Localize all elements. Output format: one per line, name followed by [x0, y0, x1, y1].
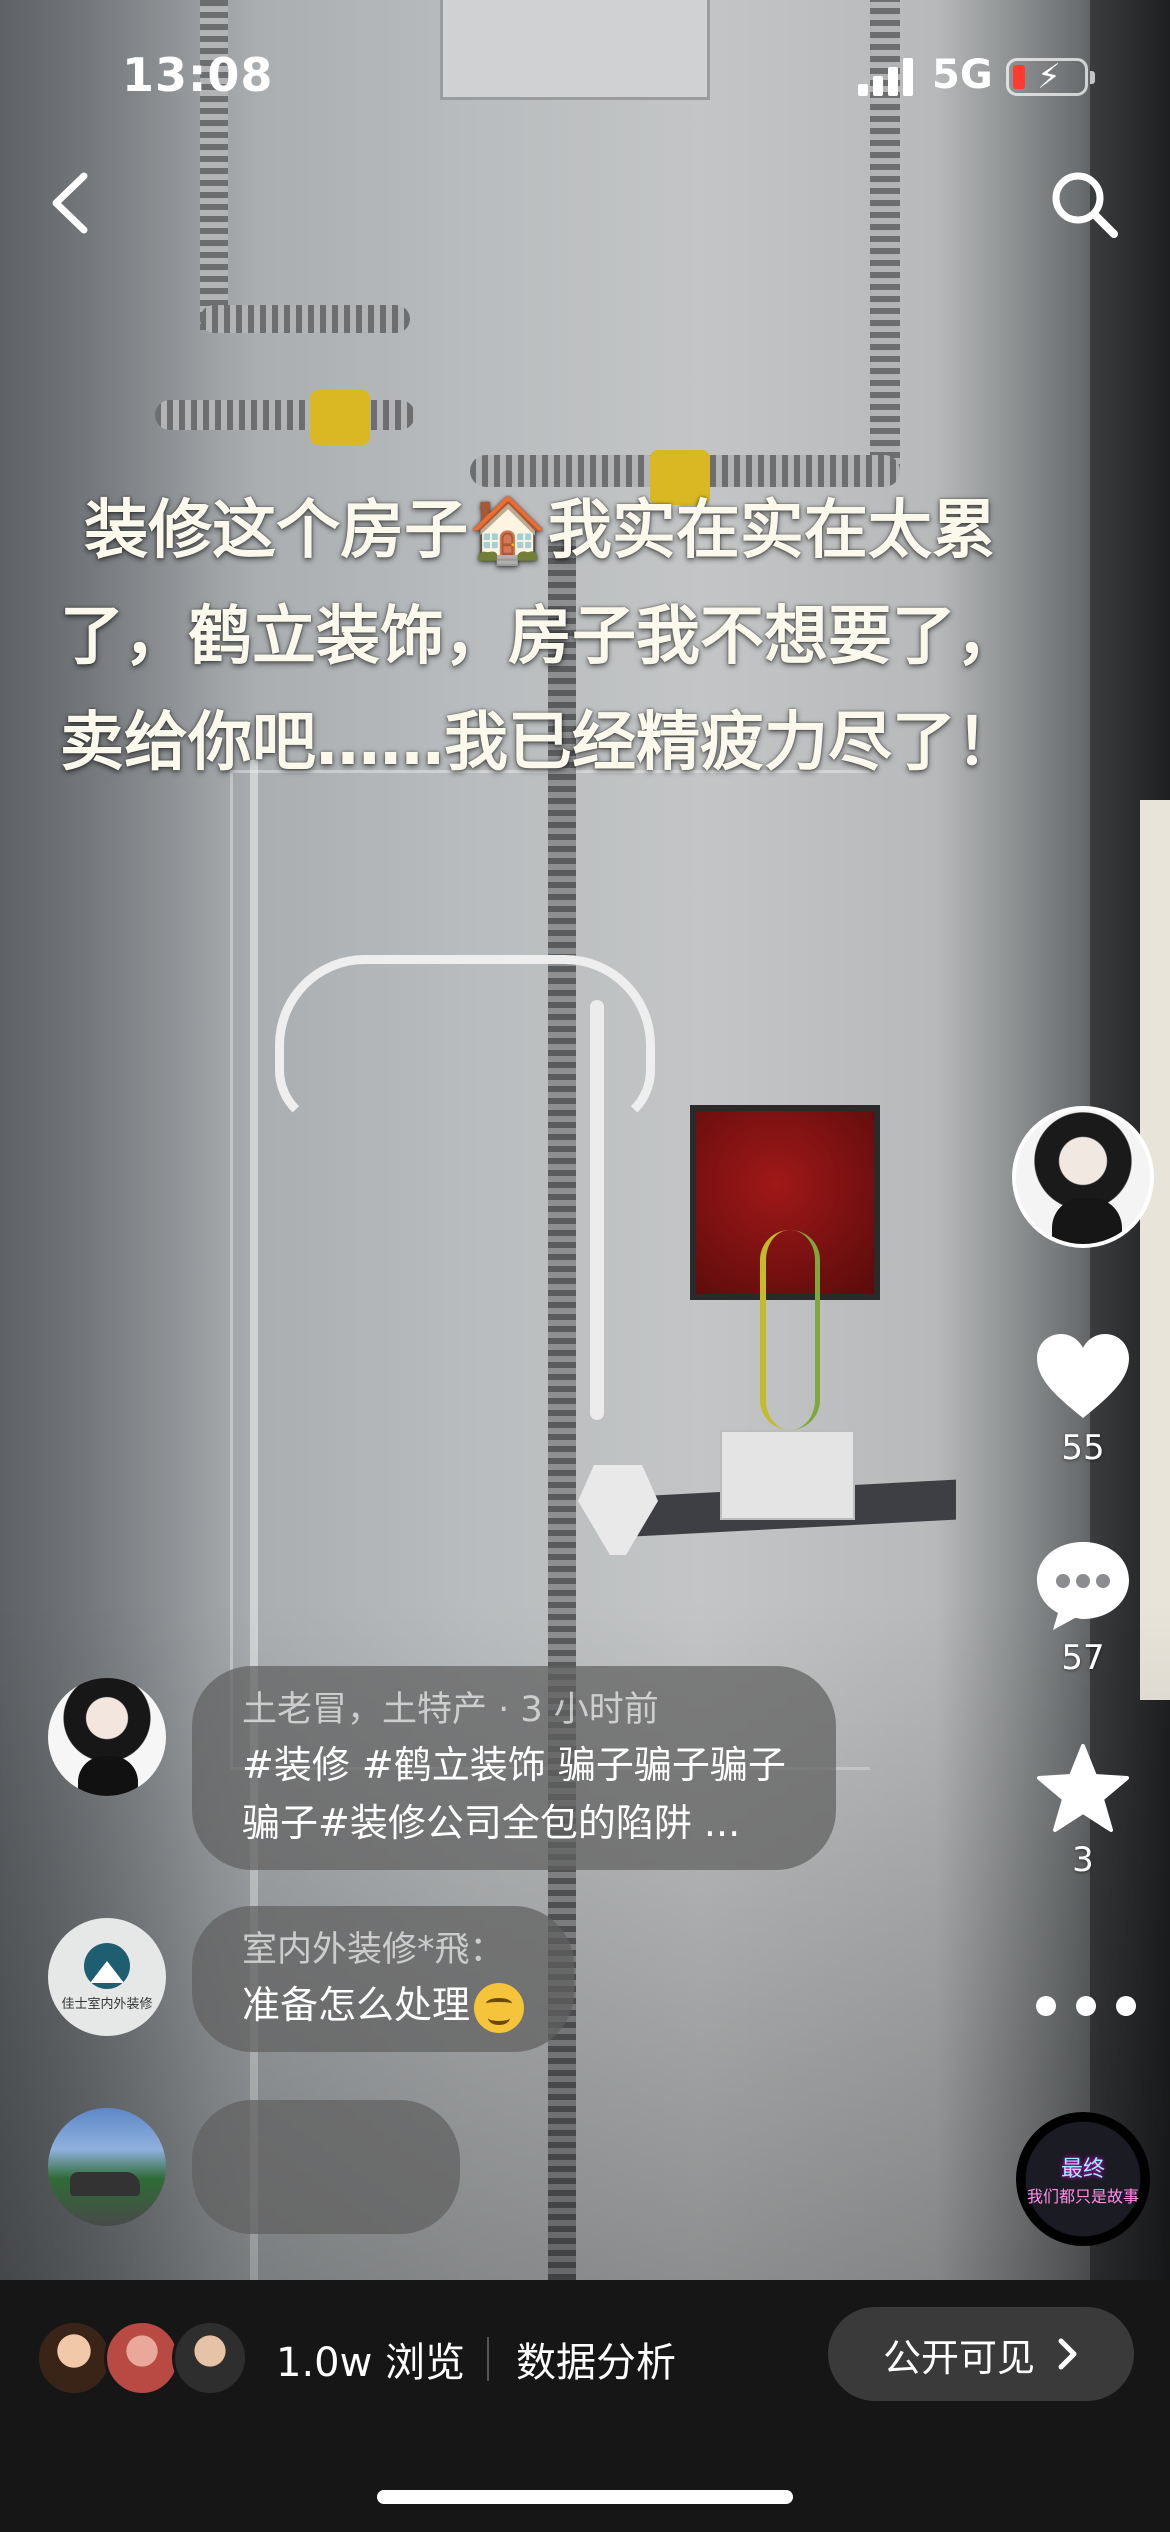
charging-bolt-icon: ⚡ [1037, 57, 1061, 97]
switch-block [720, 1430, 855, 1520]
heart-icon [1037, 1334, 1129, 1418]
battery-icon: ⚡ [1006, 57, 1095, 97]
star-icon [1037, 1744, 1129, 1832]
home-indicator[interactable] [377, 2490, 793, 2504]
viewer-avatar [36, 2320, 112, 2396]
visibility-button[interactable]: 公开可见 [828, 2307, 1134, 2401]
music-disc[interactable]: 最终 我们都只是故事 [1016, 2112, 1150, 2246]
music-title: 最终 [1060, 2157, 1105, 2182]
view-count[interactable]: 1.0w 浏览 [276, 2330, 465, 2388]
visibility-label: 公开可见 [882, 2335, 1035, 2380]
viewer-avatar [104, 2320, 180, 2396]
more-dots-icon[interactable] [1036, 1986, 1136, 2026]
like-count: 55 [1061, 1428, 1105, 1468]
yellow-valve-left [310, 390, 370, 445]
favorite-button[interactable]: 3 [1020, 1742, 1146, 1880]
comment-bubble[interactable]: 土老冒，土特产 · 3 小时前 #装修 #鹤立装饰 骗子骗子骗子 骗子#装修公司… [192, 1666, 836, 1870]
status-time: 13:08 [122, 48, 274, 102]
mountain-logo-icon [84, 1942, 130, 1989]
data-analysis-link[interactable]: 数据分析 [516, 2330, 676, 2388]
white-cable-drop [590, 1000, 604, 1420]
comment-count: 57 [1061, 1638, 1105, 1678]
author-avatar[interactable] [1012, 1106, 1154, 1248]
comment-bubble-empty[interactable] [192, 2100, 460, 2234]
divider [487, 2337, 489, 2381]
comment-text: 准备怎么处理 [242, 1983, 471, 2027]
comment-text-line2: 骗子#装修公司全包的陷阱 ... [242, 1801, 741, 1845]
video-caption: 装修这个房子🏠我实在实在太累了，鹤立装饰，房子我不想要了，卖给你吧……我已经精疲… [60, 494, 1020, 780]
viewer-avatar [172, 2320, 248, 2396]
video-background[interactable] [0, 0, 1170, 2280]
like-button[interactable]: 55 [1020, 1330, 1146, 1468]
comment-meta: 室内外装修*飛： [242, 1930, 505, 1970]
commenter-avatar[interactable] [48, 2108, 166, 2226]
comment-text-row: 准备怎么处理 [242, 1976, 525, 2034]
search-icon [1052, 172, 1118, 238]
comment-text-line1: #装修 #鹤立装饰 骗子骗子骗子 [242, 1743, 786, 1787]
commenter-avatar[interactable]: 佳士室内外装修 [48, 1918, 166, 2036]
gas-hose-left-lower [155, 400, 415, 430]
chevron-left-icon [52, 172, 88, 234]
back-button[interactable] [44, 168, 100, 238]
ground-wires [760, 1230, 820, 1430]
chevron-right-icon [1058, 2338, 1077, 2370]
viewer-avatars[interactable] [36, 2320, 248, 2396]
favorite-count: 3 [1072, 1840, 1094, 1880]
smirk-emoji-icon [474, 1982, 525, 2033]
comment-meta: 土老冒，土特产 · 3 小时前 [242, 1690, 659, 1730]
signal-icon [858, 56, 914, 96]
heater-bracket [440, 0, 710, 100]
network-type: 5G [932, 52, 993, 98]
comment-button[interactable]: 57 [1020, 1536, 1146, 1678]
comment-bubble[interactable]: 室内外装修*飛： 准备怎么处理 [192, 1906, 575, 2052]
battery-level [1013, 65, 1025, 89]
commenter-avatar[interactable] [48, 1678, 166, 1796]
comment-bubble-icon [1037, 1542, 1129, 1630]
search-button[interactable] [1048, 168, 1120, 240]
music-subtitle: 我们都只是故事 [1026, 2187, 1139, 2206]
gas-hose-left-bend [200, 305, 410, 333]
avatar-logo-text: 佳士室内外装修 [61, 1996, 153, 2012]
